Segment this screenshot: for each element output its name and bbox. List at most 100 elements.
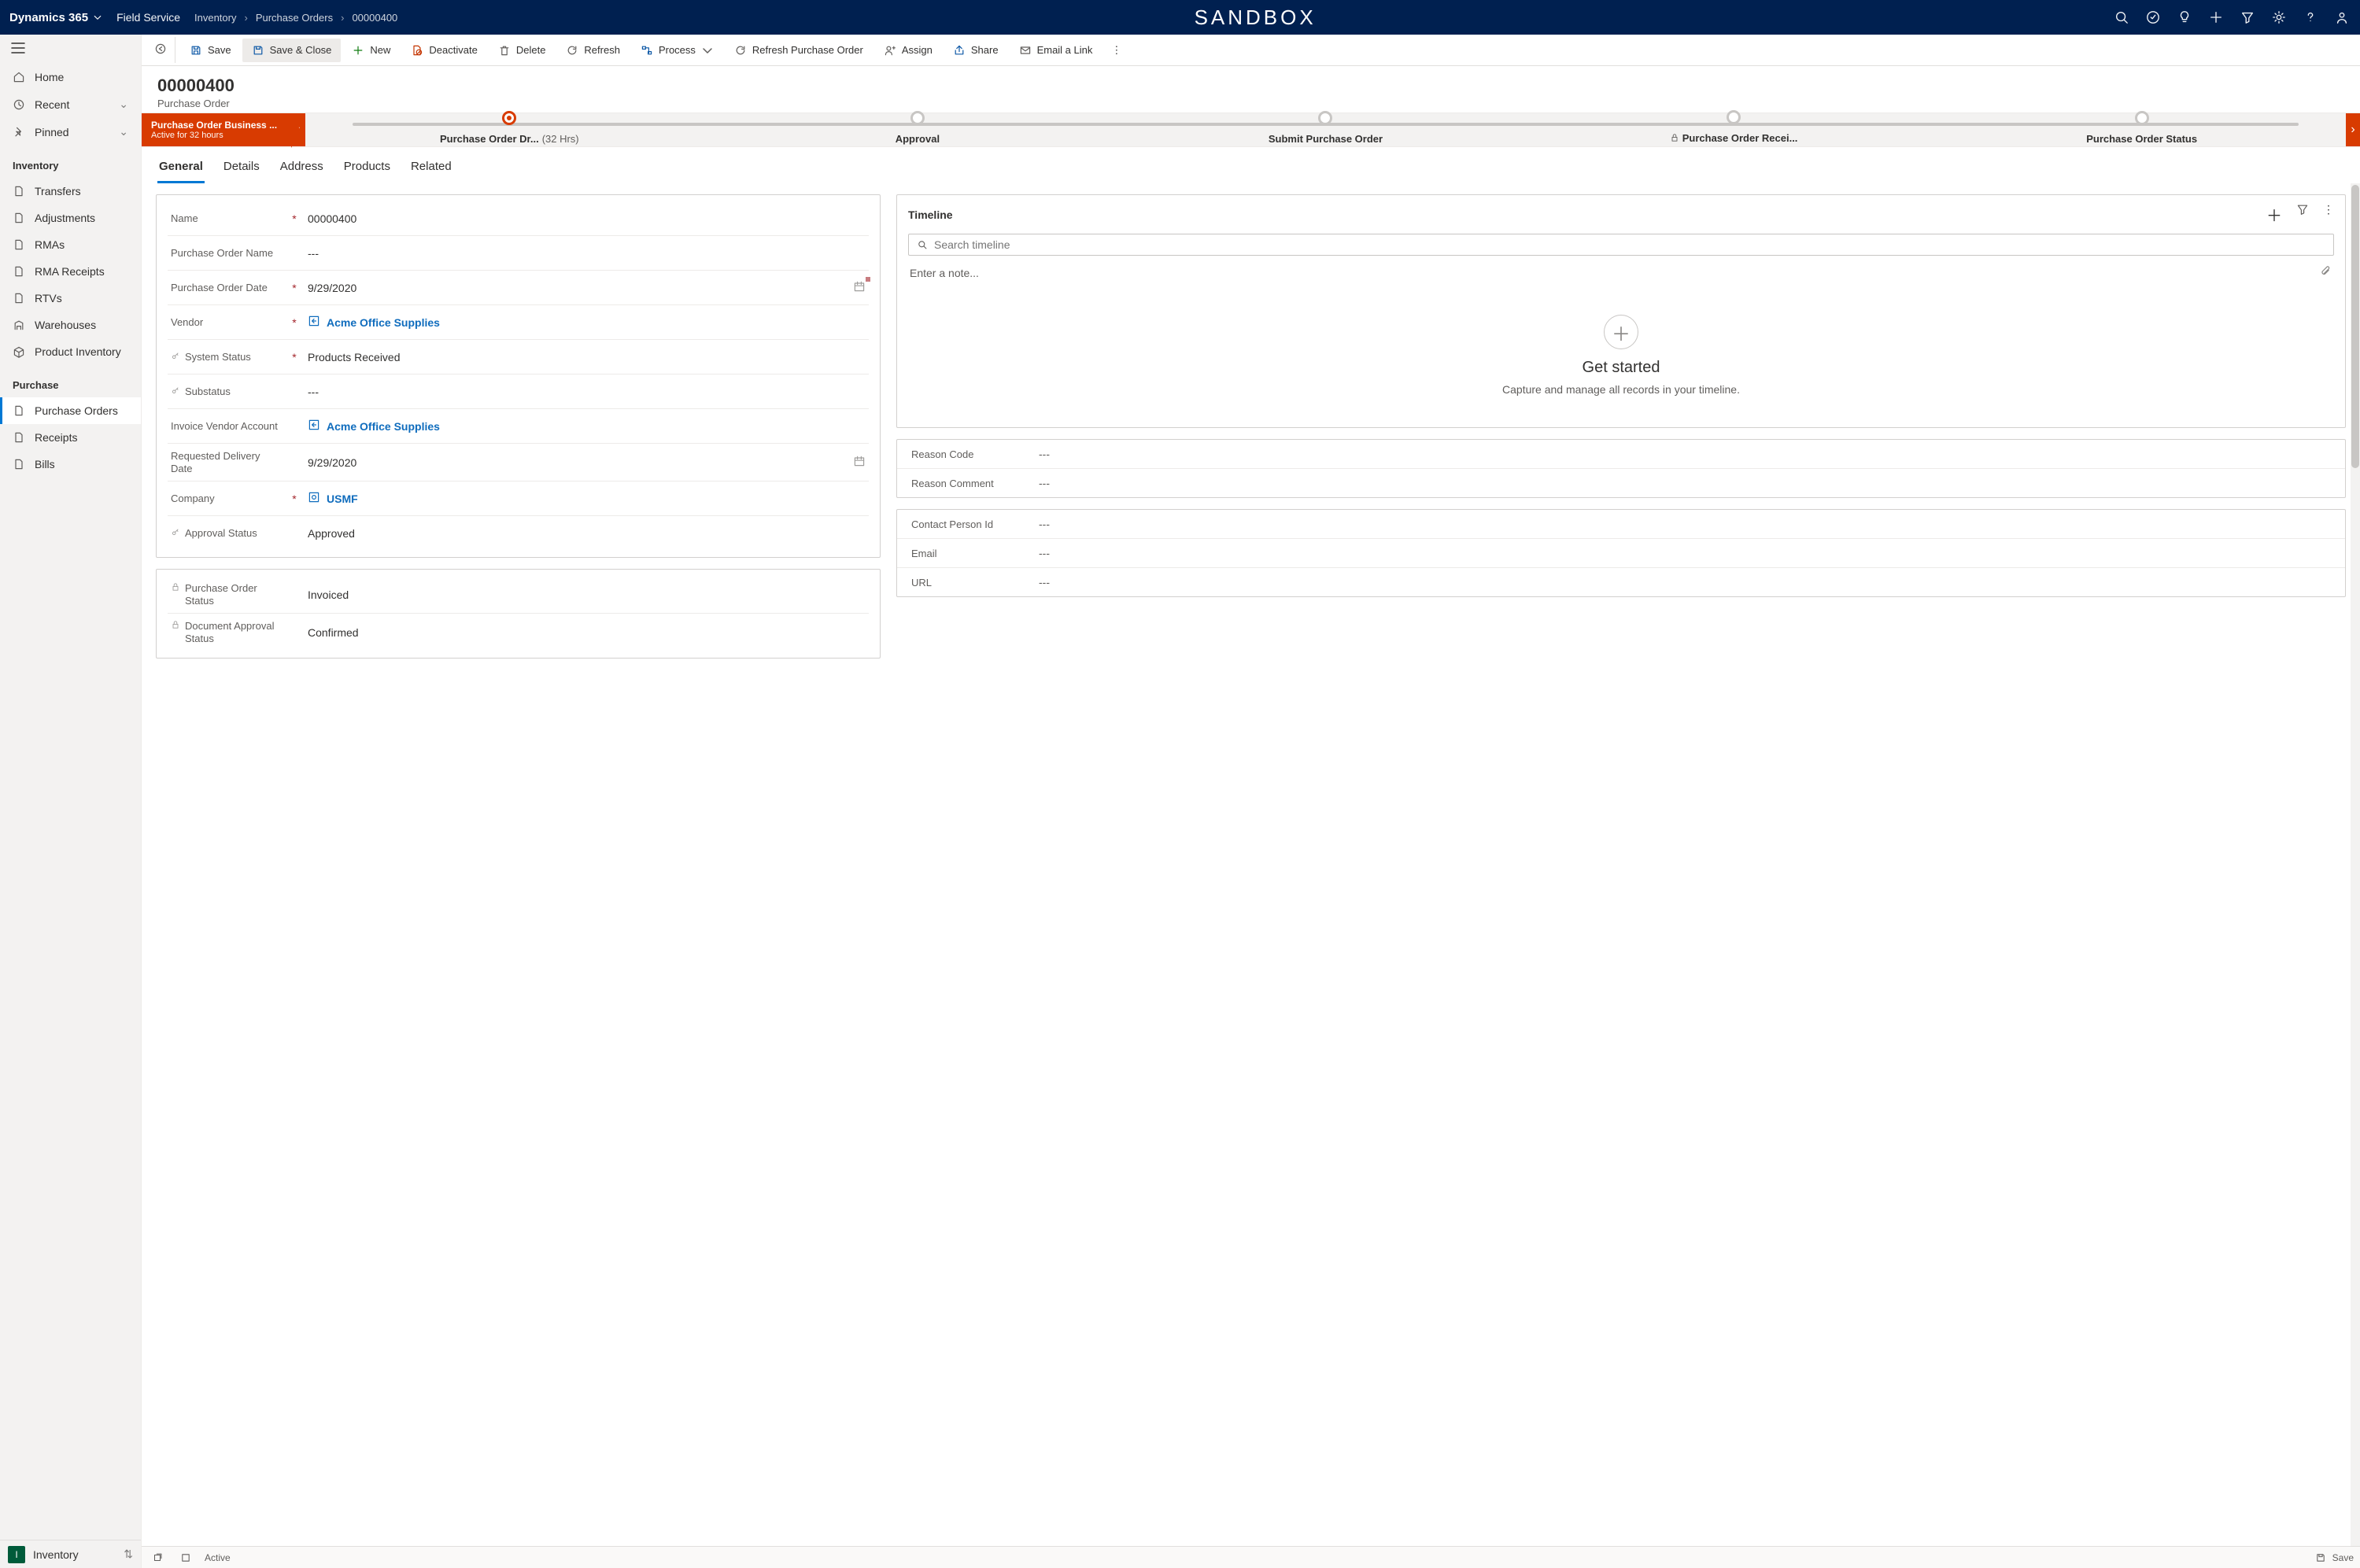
process-button[interactable]: Process	[631, 39, 723, 62]
scrollbar[interactable]	[2351, 183, 2360, 1546]
field-value[interactable]: ---	[1039, 576, 1050, 588]
field-value[interactable]: Acme Office Supplies	[327, 316, 440, 329]
field-value[interactable]: ---	[308, 386, 866, 398]
attachment-icon[interactable]	[2320, 265, 2332, 280]
field-system-status[interactable]: System Status * Products Received	[168, 340, 869, 374]
nav-bills[interactable]: Bills	[0, 451, 141, 478]
tab-general[interactable]: General	[157, 155, 205, 183]
help-icon[interactable]	[2302, 9, 2319, 26]
nav-transfers[interactable]: Transfers	[0, 178, 141, 205]
hamburger-icon[interactable]	[0, 35, 141, 64]
module-name[interactable]: Field Service	[116, 11, 180, 24]
bpf-stage-3[interactable]: Submit Purchase Order	[1121, 133, 1530, 145]
timeline-search[interactable]	[908, 234, 2334, 256]
field-url[interactable]: URL---	[897, 568, 2345, 596]
field-value[interactable]: ---	[1039, 448, 1050, 460]
field-company[interactable]: Company * USMF	[168, 481, 869, 516]
refresh-po-button[interactable]: Refresh Purchase Order	[725, 39, 873, 62]
add-circle-icon[interactable]: ＋	[1604, 315, 1638, 349]
field-contact-person[interactable]: Contact Person Id---	[897, 510, 2345, 539]
nav-receipts[interactable]: Receipts	[0, 424, 141, 451]
field-value[interactable]: Acme Office Supplies	[327, 420, 440, 433]
tab-products[interactable]: Products	[342, 155, 392, 183]
bpf-stage-4[interactable]: Purchase Order Recei...	[1530, 132, 1938, 146]
add-icon[interactable]	[2207, 9, 2225, 26]
field-value[interactable]: ---	[308, 247, 866, 260]
breadcrumb-3[interactable]: 00000400	[352, 12, 397, 24]
tab-details[interactable]: Details	[222, 155, 261, 183]
calendar-icon[interactable]	[853, 280, 866, 295]
app-launcher[interactable]: Dynamics 365	[9, 11, 102, 24]
popout-icon[interactable]	[148, 1548, 167, 1567]
bpf-header[interactable]: Purchase Order Business ... Active for 3…	[142, 113, 291, 146]
breadcrumb-2[interactable]: Purchase Orders	[256, 12, 333, 24]
field-value[interactable]: Approved	[308, 527, 866, 540]
user-icon[interactable]	[2333, 9, 2351, 26]
email-link-button[interactable]: Email a Link	[1010, 39, 1102, 62]
field-po-name[interactable]: Purchase Order Name ---	[168, 236, 869, 271]
field-value[interactable]: 00000400	[308, 212, 866, 225]
field-po-date[interactable]: Purchase Order Date * 9/29/2020	[168, 271, 869, 305]
field-email[interactable]: Email---	[897, 539, 2345, 568]
calendar-icon[interactable]	[853, 455, 866, 470]
save-button[interactable]: Save	[180, 39, 241, 62]
record-set-button[interactable]	[146, 37, 175, 63]
field-value[interactable]: 9/29/2020	[308, 456, 356, 469]
flow-icon	[641, 44, 653, 57]
nav-home[interactable]: Home	[0, 64, 141, 90]
task-icon[interactable]	[2144, 9, 2162, 26]
delete-button[interactable]: Delete	[489, 39, 556, 62]
bpf-stage-5[interactable]: Purchase Order Status	[1937, 133, 2346, 145]
field-value[interactable]: USMF	[327, 493, 358, 505]
filter-icon[interactable]	[2239, 9, 2256, 26]
bpf-next-button[interactable]: ›	[2346, 113, 2360, 146]
nav-rtvs[interactable]: RTVs	[0, 285, 141, 312]
timeline-note-input[interactable]: Enter a note...	[908, 260, 2334, 285]
field-reason-comment[interactable]: Reason Comment---	[897, 469, 2345, 497]
field-invoice-vendor[interactable]: Invoice Vendor Account Acme Office Suppl…	[168, 409, 869, 444]
footer-save-button[interactable]: Save	[2315, 1552, 2354, 1563]
gear-icon[interactable]	[2270, 9, 2288, 26]
readonly-icon[interactable]	[176, 1548, 195, 1567]
scrollbar-thumb[interactable]	[2351, 185, 2359, 468]
field-value[interactable]: ---	[1039, 477, 1050, 489]
tab-related[interactable]: Related	[409, 155, 453, 183]
assign-button[interactable]: Assign	[874, 39, 942, 62]
nav-pinned[interactable]: Pinned ⌄	[0, 118, 141, 146]
field-value[interactable]: Products Received	[308, 351, 866, 363]
lightbulb-icon[interactable]	[2176, 9, 2193, 26]
breadcrumb-1[interactable]: Inventory	[194, 12, 236, 24]
field-value[interactable]: 9/29/2020	[308, 282, 356, 294]
field-vendor[interactable]: Vendor * Acme Office Supplies	[168, 305, 869, 340]
timeline-more-button[interactable]: ⋮	[2323, 203, 2334, 226]
bpf-stage-2[interactable]: Approval	[714, 133, 1122, 145]
field-label: Company	[171, 493, 215, 505]
field-value[interactable]: ---	[1039, 547, 1050, 559]
field-value[interactable]: ---	[1039, 518, 1050, 530]
nav-product-inventory[interactable]: Product Inventory	[0, 338, 141, 365]
tab-address[interactable]: Address	[279, 155, 325, 183]
nav-adjustments[interactable]: Adjustments	[0, 205, 141, 231]
app-area-switcher[interactable]: I Inventory ⇅	[0, 1540, 141, 1568]
search-icon[interactable]	[2113, 9, 2130, 26]
bpf-stage-1[interactable]: Purchase Order Dr...(32 Hrs)	[305, 133, 714, 145]
nav-rma-receipts[interactable]: RMA Receipts	[0, 258, 141, 285]
timeline-add-button[interactable]: ＋	[2266, 203, 2282, 226]
field-req-delivery[interactable]: Requested Delivery Date 9/29/2020	[168, 444, 869, 481]
more-commands-button[interactable]: ⋮	[1103, 39, 1129, 62]
nav-rmas[interactable]: RMAs	[0, 231, 141, 258]
nav-purchase-orders[interactable]: Purchase Orders	[0, 397, 141, 424]
field-reason-code[interactable]: Reason Code---	[897, 440, 2345, 469]
refresh-button[interactable]: Refresh	[556, 39, 630, 62]
deactivate-button[interactable]: Deactivate	[401, 39, 486, 62]
save-close-button[interactable]: Save & Close	[242, 39, 342, 62]
field-substatus[interactable]: Substatus ---	[168, 374, 869, 409]
field-name[interactable]: Name * 00000400	[168, 201, 869, 236]
timeline-search-input[interactable]	[934, 238, 2325, 251]
new-button[interactable]: New	[342, 39, 400, 62]
nav-recent[interactable]: Recent ⌄	[0, 90, 141, 118]
nav-warehouses[interactable]: Warehouses	[0, 312, 141, 338]
share-button[interactable]: Share	[944, 39, 1008, 62]
field-approval-status[interactable]: Approval Status Approved	[168, 516, 869, 551]
timeline-filter-button[interactable]	[2296, 203, 2309, 226]
